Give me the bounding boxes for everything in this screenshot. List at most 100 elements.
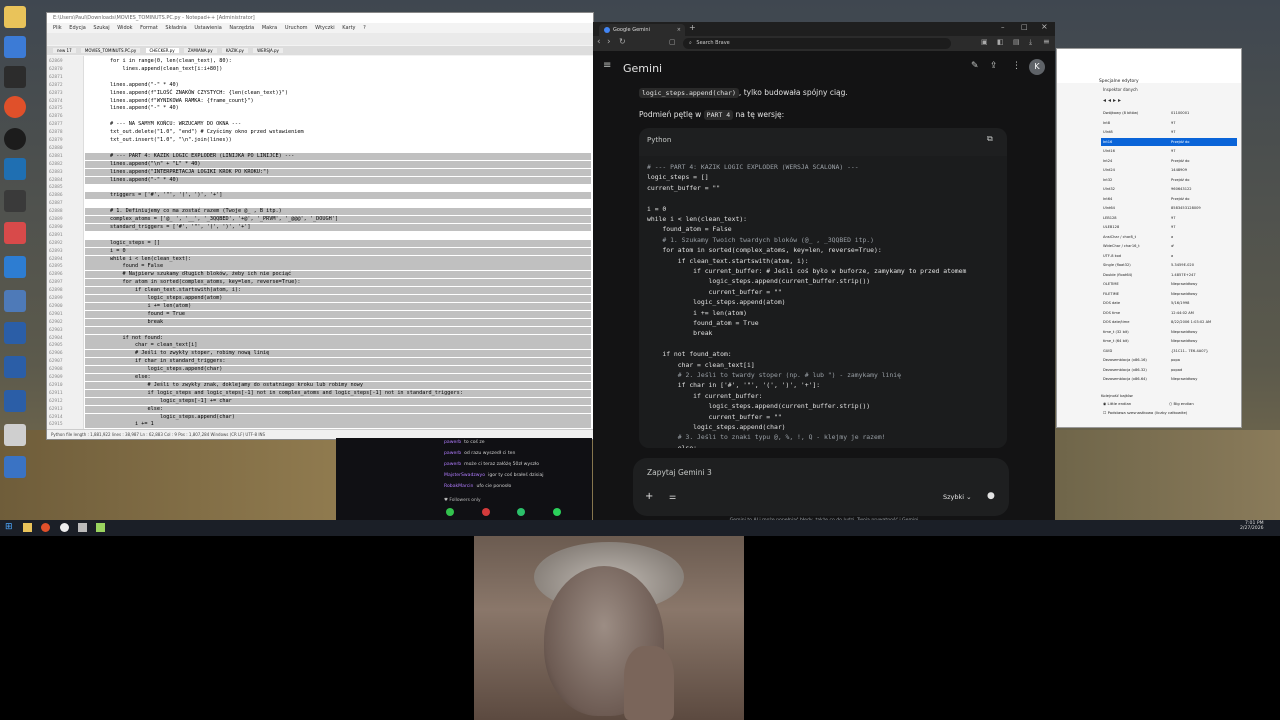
brave-icon[interactable] — [4, 96, 26, 118]
tab-active[interactable]: Google Gemini × — [599, 24, 685, 36]
extensions-icon[interactable]: ▣ — [981, 38, 988, 46]
prompt-input[interactable]: Zapytaj Gemini 3 — [647, 468, 712, 477]
menu-item[interactable]: ? — [363, 25, 366, 31]
emote-icon[interactable] — [446, 508, 454, 516]
notepadpp-icon[interactable] — [96, 523, 105, 532]
downloads-icon[interactable]: ⤓ — [1029, 38, 1032, 47]
app-shortcut-icon[interactable] — [4, 190, 26, 212]
little-endian-radio[interactable]: ◉ Little endian — [1103, 401, 1131, 406]
inspector-row[interactable]: Dwójkowy (8 bitów) 01100001 — [1101, 109, 1237, 117]
file-tab[interactable]: MOVIES_TOMINUTS.PC.py — [80, 48, 141, 53]
sidebar-icon[interactable]: ◧ — [997, 38, 1004, 46]
menu-item[interactable]: Składnia — [165, 25, 186, 31]
explorer-icon[interactable] — [23, 523, 32, 532]
menu-item[interactable]: Uruchom — [285, 25, 308, 31]
folder-icon[interactable] — [4, 6, 26, 28]
chat-username[interactable]: MajsterSwadzwyo — [444, 473, 485, 478]
more-options-icon[interactable]: ⋮ — [1012, 61, 1021, 71]
mode-selector[interactable]: Szybki ⌄ — [943, 493, 972, 501]
inspector-row[interactable]: time_t (32 bit) Nieprawidłowy — [1101, 328, 1237, 336]
add-attachment-icon[interactable]: + — [645, 491, 653, 502]
file-tab[interactable]: WERSJA.py — [253, 48, 283, 53]
inspector-row[interactable]: UTF-8 kod a — [1101, 252, 1237, 260]
menu-item[interactable]: Karty — [342, 25, 355, 31]
new-chat-icon[interactable]: ✎ — [971, 61, 979, 71]
inspector-row[interactable]: Int8 97 — [1101, 119, 1237, 127]
inspector-row[interactable]: ULEB128 97 — [1101, 223, 1237, 231]
start-icon[interactable]: ⊞ — [5, 522, 13, 532]
inspector-row[interactable]: DOS date/time 8/22/2006 1:03:02 AM — [1101, 318, 1237, 326]
code-editor[interactable]: 62869 62870 62871 62872 62873 62874 62875 62876… — [47, 56, 593, 429]
app-shortcut-icon[interactable] — [4, 256, 26, 278]
inspector-row[interactable]: time_t (64 bit) Nieprawidłowy — [1101, 337, 1237, 345]
app-shortcut-icon[interactable] — [4, 390, 26, 412]
menu-item[interactable]: Szukaj — [93, 25, 109, 31]
copy-code-icon[interactable]: ⧉ — [987, 134, 993, 144]
menu-item[interactable]: Wtyczki — [315, 25, 335, 31]
steam-icon[interactable] — [4, 158, 26, 180]
hex-base-checkbox[interactable]: ☐ Podstawa szesnastkowa (liczby całkowit… — [1103, 410, 1187, 415]
menu-icon[interactable]: ≡ — [1043, 37, 1050, 46]
back-icon[interactable]: ‹ — [597, 37, 601, 47]
tools-icon[interactable]: ⚌ — [669, 492, 676, 501]
emote-icon[interactable] — [482, 508, 490, 516]
menu-item[interactable]: Ustawienia — [194, 25, 221, 31]
inspector-row[interactable]: DOS date 5/16/1998 — [1101, 299, 1237, 307]
menu-item[interactable]: Plik — [53, 25, 62, 31]
app-shortcut-icon[interactable] — [4, 424, 26, 446]
menu-item[interactable]: Makra — [262, 25, 277, 31]
app-shortcut-icon[interactable] — [4, 290, 26, 312]
app-shortcut-icon[interactable] — [4, 66, 26, 88]
inspector-row[interactable]: DOS time 12:44:02 AM — [1101, 309, 1237, 317]
chat-username[interactable]: RobakMarcin — [444, 484, 473, 489]
hamburger-menu-icon[interactable]: ≡ — [603, 60, 611, 71]
microphone-icon[interactable]: ● — [987, 491, 995, 501]
obs-icon[interactable] — [4, 128, 26, 150]
emote-icon[interactable] — [517, 508, 525, 516]
address-input[interactable]: ⌕ Search Brave — [683, 38, 951, 49]
maximize-icon[interactable]: □ — [1021, 23, 1028, 31]
app-shortcut-icon[interactable] — [4, 322, 26, 344]
chat-username[interactable]: pawerb — [444, 440, 461, 445]
file-tab[interactable]: CHECKER.py — [145, 48, 179, 53]
inspector-row[interactable]: Dezasemblacja (x86-32) popad — [1101, 366, 1237, 374]
inspector-row[interactable]: AnsiChar / char8_t a — [1101, 233, 1237, 241]
menu-item[interactable]: Format — [140, 25, 158, 31]
inspector-row[interactable]: OLETIME Nieprawidłowy — [1101, 280, 1237, 288]
inspector-row[interactable]: Dezasemblacja (x86-64) Nieprawidłowy — [1101, 375, 1237, 383]
app-shortcut-icon[interactable] — [4, 456, 26, 478]
menu-item[interactable]: Edycja — [69, 25, 86, 31]
emote-icon[interactable] — [553, 508, 561, 516]
inspector-row[interactable]: UInt64 8583453128009 — [1101, 204, 1237, 212]
inspector-row[interactable]: GUID {31C11.. 7E6-4A07} — [1101, 347, 1237, 355]
share-icon[interactable]: ⇪ — [990, 61, 998, 71]
bookmark-icon[interactable]: ▢ — [669, 38, 676, 46]
menu-item[interactable]: Widok — [117, 25, 132, 31]
inspector-row[interactable]: LEB128 97 — [1101, 214, 1237, 222]
reload-icon[interactable]: ↻ — [619, 37, 626, 46]
chat-username[interactable]: pawerb — [444, 462, 461, 467]
inspector-row[interactable]: Double (float64) 1.4857E+247 — [1101, 271, 1237, 279]
file-tab[interactable]: KAZIK.py — [221, 48, 248, 53]
inspector-row[interactable]: WideChar / char16_t ꕡ — [1101, 242, 1237, 250]
minimize-icon[interactable]: – — [1001, 23, 1005, 31]
inspector-row[interactable]: Single (float32) 5.3459E-020 — [1101, 261, 1237, 269]
inspector-row[interactable]: UInt32 960643122 — [1101, 185, 1237, 193]
hex-editor-icon[interactable] — [78, 523, 87, 532]
forward-icon[interactable]: › — [607, 37, 611, 47]
big-endian-radio[interactable]: ○ Big endian — [1169, 401, 1194, 406]
menu-item[interactable]: Narzędzia — [229, 25, 254, 31]
obs-icon[interactable] — [60, 523, 69, 532]
inspector-row[interactable]: UInt16 97 — [1101, 147, 1237, 155]
app-shortcut-icon[interactable] — [4, 356, 26, 378]
new-tab-icon[interactable]: + — [689, 23, 696, 32]
inspector-row[interactable]: Int24 Przejdź do — [1101, 157, 1237, 165]
inspector-row[interactable]: Dezasemblacja (x86-16) popa — [1101, 356, 1237, 364]
clock[interactable]: 7:01 PM 2/27/2026 — [1240, 521, 1264, 531]
chat-username[interactable]: pawerb — [444, 451, 461, 456]
file-tab[interactable]: new 17 — [53, 48, 76, 53]
inspector-row[interactable]: Int16 Przejdź do — [1101, 137, 1237, 146]
inspector-row[interactable]: UInt8 97 — [1101, 128, 1237, 136]
close-tab-icon[interactable]: × — [677, 24, 681, 36]
nav-arrows[interactable]: ◂◂▸▸ — [1103, 97, 1123, 104]
